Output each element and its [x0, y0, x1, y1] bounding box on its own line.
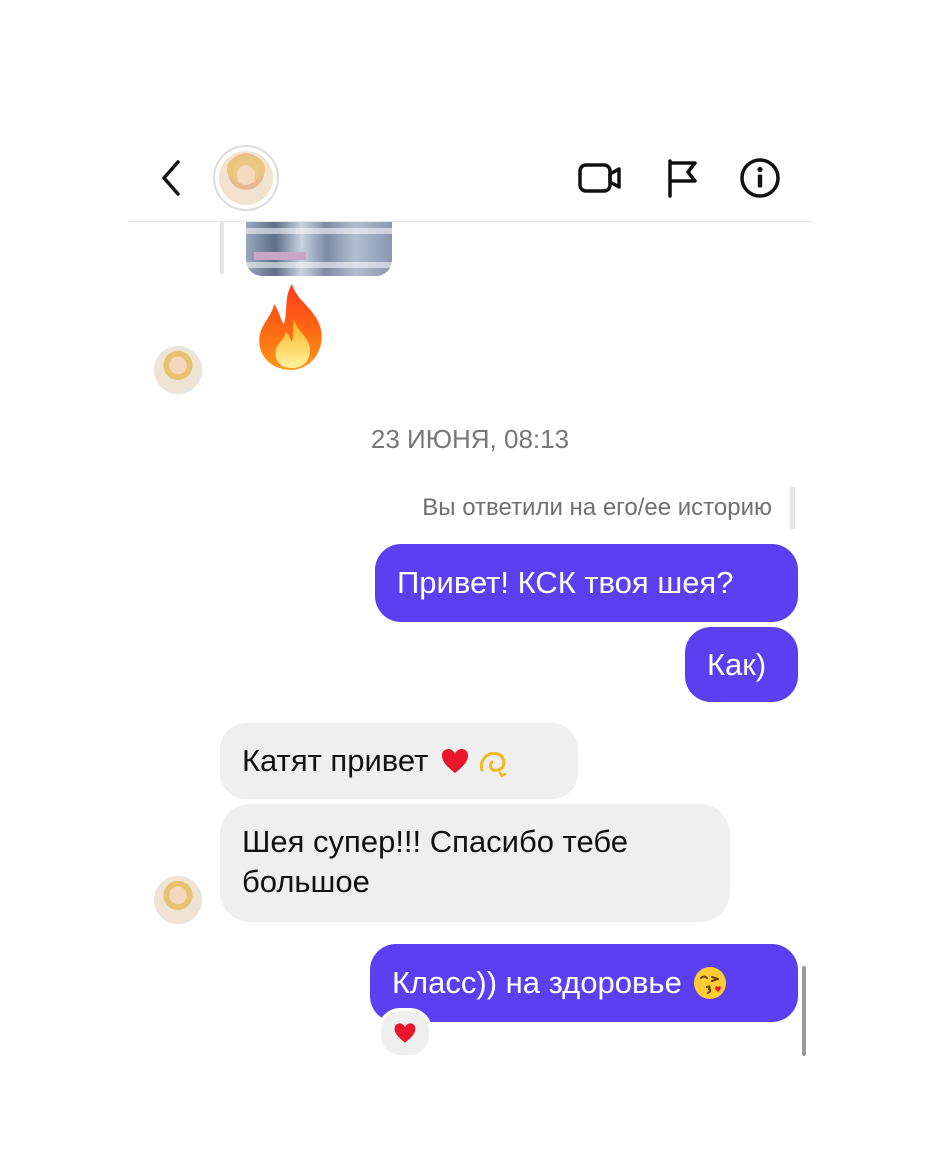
received-message[interactable]: Шея супер!!! Спасибо тебе большое — [220, 804, 730, 922]
chevron-left-icon — [162, 160, 180, 196]
message-timestamp: 23 ИЮНЯ, 08:13 — [370, 424, 570, 454]
flag-icon — [668, 159, 697, 198]
back-button[interactable] — [150, 156, 194, 200]
story-reply-line — [220, 222, 224, 274]
message-text: Как) — [707, 646, 767, 682]
profile-avatar[interactable] — [213, 145, 279, 211]
message-text: Привет! КСК твоя шея? — [397, 565, 734, 600]
heart-emoji — [440, 746, 470, 776]
story-reply-note: Вы ответили на его/ее историю — [422, 494, 772, 521]
video-call-button[interactable] — [576, 154, 624, 202]
sent-message[interactable]: Класс)) на здоровье — [370, 944, 798, 1022]
heart-emoji — [394, 1023, 416, 1043]
fire-emoji — [259, 284, 322, 370]
header-divider — [128, 221, 812, 222]
story-reply-bar — [790, 487, 795, 529]
avatar-image — [219, 151, 273, 205]
video-call-icon — [578, 163, 621, 193]
sender-avatar[interactable] — [154, 876, 202, 924]
scrollbar[interactable] — [802, 966, 806, 1056]
sent-message[interactable]: Привет! КСК твоя шея? — [375, 544, 798, 622]
story-thumbnail[interactable] — [246, 222, 392, 276]
info-button[interactable] — [736, 154, 784, 202]
info-icon — [740, 158, 780, 198]
message-text: Катят привет — [242, 743, 429, 778]
message-text-line: Шея супер!!! Спасибо тебе — [242, 824, 629, 859]
report-button[interactable] — [658, 154, 706, 202]
received-message[interactable]: Катят привет — [220, 723, 578, 799]
kissing-face-emoji — [692, 965, 728, 1001]
sender-avatar[interactable] — [154, 346, 202, 394]
dizzy-emoji — [476, 746, 507, 778]
message-text: Класс)) на здоровье — [392, 965, 682, 1000]
message-reaction[interactable] — [378, 1008, 432, 1058]
fire-emoji-message[interactable] — [250, 280, 332, 376]
message-text-line: большое — [242, 864, 370, 899]
sent-message[interactable]: Как) — [685, 627, 798, 702]
